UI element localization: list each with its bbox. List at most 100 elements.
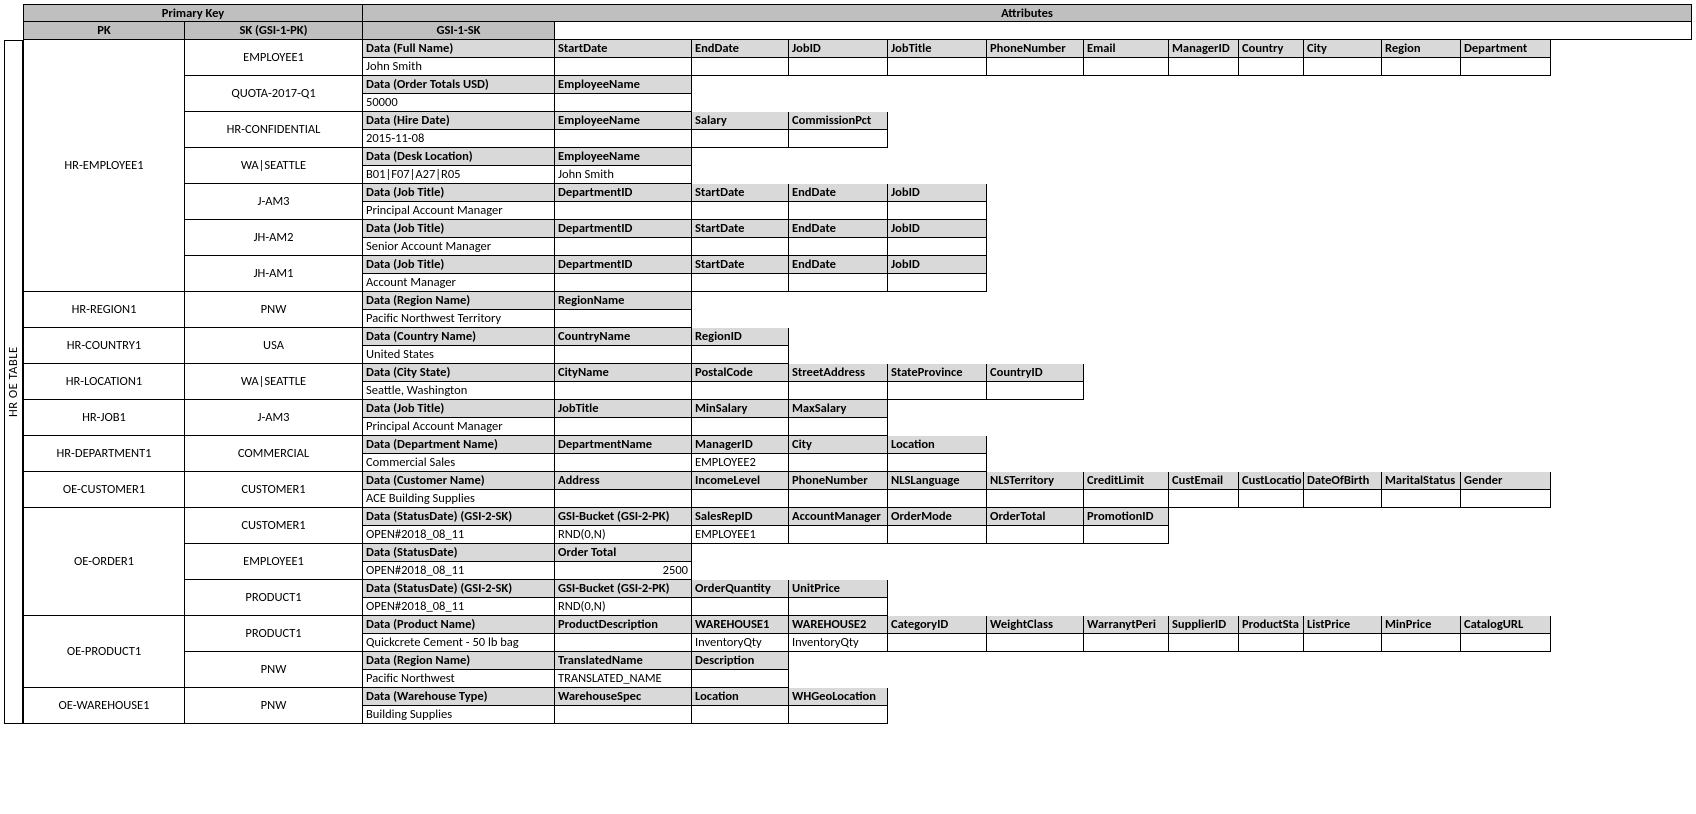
pk-cell: HR-REGION1: [23, 292, 185, 328]
attr-header: StreetAddress: [789, 364, 888, 382]
pk-cell: HR-EMPLOYEE1: [23, 40, 185, 292]
attr-header: TranslatedName: [555, 652, 692, 670]
sk-cell: WA|SEATTLE: [185, 148, 363, 184]
attr-header: StartDate: [692, 220, 789, 238]
sk-cell: JH-AM2: [185, 220, 363, 256]
attr-value: [1084, 634, 1169, 652]
attr-header: CountryName: [555, 328, 692, 346]
attr-value: [1304, 58, 1382, 76]
attr-header: Data (Region Name): [363, 652, 555, 670]
attr-value: InventoryQty: [692, 634, 789, 652]
attr-header: JobTitle: [555, 400, 692, 418]
attr-header: IncomeLevel: [692, 472, 789, 490]
attr-header: ManagerID: [692, 436, 789, 454]
sk-cell: USA: [185, 328, 363, 364]
attr-header: Data (Department Name): [363, 436, 555, 454]
attr-value: EMPLOYEE1: [692, 526, 789, 544]
attr-value: [789, 490, 888, 508]
attr-header: ManagerID: [1169, 40, 1239, 58]
attr-header: CustLocatio: [1239, 472, 1304, 490]
attr-header: WarranytPeri: [1084, 616, 1169, 634]
table-vertical-tab: HR OE TABLE: [4, 40, 23, 724]
attr-header: CategoryID: [888, 616, 987, 634]
pk-cell: OE-ORDER1: [23, 508, 185, 616]
pk-cell: OE-PRODUCT1: [23, 616, 185, 688]
attr-header: SupplierID: [1169, 616, 1239, 634]
attr-header: NLSLanguage: [888, 472, 987, 490]
attr-value: [1461, 634, 1551, 652]
attr-value: Principal Account Manager: [363, 202, 555, 220]
attr-value: [1382, 490, 1461, 508]
attr-value: [789, 202, 888, 220]
attr-header: MinSalary: [692, 400, 789, 418]
attr-header: Data (StatusDate) (GSI-2-SK): [363, 580, 555, 598]
attr-value: [1461, 490, 1551, 508]
attr-header: Location: [692, 688, 789, 706]
pk-cell: HR-LOCATION1: [23, 364, 185, 400]
attr-value: Building Supplies: [363, 706, 555, 724]
attr-value: [1239, 490, 1304, 508]
attr-header: UnitPrice: [789, 580, 888, 598]
attr-value: [789, 418, 888, 436]
sk-cell: J-AM3: [185, 184, 363, 220]
attr-value: 50000: [363, 94, 555, 112]
attr-value: [888, 634, 987, 652]
attr-header: MaritalStatus: [1382, 472, 1461, 490]
attr-header: Region: [1382, 40, 1461, 58]
attr-value: [555, 238, 692, 256]
attr-value: [888, 238, 987, 256]
header-spacer: [555, 22, 1692, 40]
attr-header: JobID: [888, 220, 987, 238]
attr-header: WAREHOUSE1: [692, 616, 789, 634]
schema-diagram: Primary Key Attributes PK SK (GSI-1-PK) …: [23, 4, 1692, 724]
attr-value: [555, 634, 692, 652]
attr-header: EndDate: [692, 40, 789, 58]
attr-header: Data (Customer Name): [363, 472, 555, 490]
header-row-2: PK SK (GSI-1-PK) GSI-1-SK: [23, 22, 1692, 40]
attr-header: ProductSta: [1239, 616, 1304, 634]
header-sk: SK (GSI-1-PK): [185, 22, 363, 40]
attr-header: EmployeeName: [555, 76, 692, 94]
attr-header: AccountManager: [789, 508, 888, 526]
attr-header: OrderTotal: [987, 508, 1084, 526]
attr-header: WHGeoLocation: [789, 688, 888, 706]
attr-header: Salary: [692, 112, 789, 130]
attr-header: PostalCode: [692, 364, 789, 382]
attr-value: [789, 382, 888, 400]
attr-value: Seattle, Washington: [363, 382, 555, 400]
attr-header: WAREHOUSE2: [789, 616, 888, 634]
attr-header: StartDate: [692, 256, 789, 274]
attr-value: EMPLOYEE2: [692, 454, 789, 472]
sk-cell: PRODUCT1: [185, 616, 363, 652]
attr-header: ProductDescription: [555, 616, 692, 634]
attr-header: OrderMode: [888, 508, 987, 526]
attr-value: [555, 490, 692, 508]
pk-cell: OE-WAREHOUSE1: [23, 688, 185, 724]
sk-cell: COMMERCIAL: [185, 436, 363, 472]
attr-value: United States: [363, 346, 555, 364]
attr-value: [1382, 634, 1461, 652]
attr-value: [789, 58, 888, 76]
sk-cell: WA|SEATTLE: [185, 364, 363, 400]
attr-value: B01|F07|A27|R05: [363, 166, 555, 184]
attr-value: ACE Building Supplies: [363, 490, 555, 508]
attr-header: Data (Product Name): [363, 616, 555, 634]
attr-value: 2015-11-08: [363, 130, 555, 148]
attr-value: [692, 58, 789, 76]
sk-cell: EMPLOYEE1: [185, 544, 363, 580]
attr-value: [789, 130, 888, 148]
header-row-1: Primary Key Attributes: [23, 4, 1692, 22]
sk-cell: PNW: [185, 688, 363, 724]
attr-header: Data (Job Title): [363, 256, 555, 274]
attr-header: Data (Job Title): [363, 184, 555, 202]
attr-value: Quickcrete Cement - 50 lb bag: [363, 634, 555, 652]
attr-header: Email: [1084, 40, 1169, 58]
attr-value: OPEN#2018_08_11: [363, 526, 555, 544]
attr-value: [1169, 58, 1239, 76]
attr-header: CustEmail: [1169, 472, 1239, 490]
attr-value: [1084, 526, 1169, 544]
sk-cell: EMPLOYEE1: [185, 40, 363, 76]
attr-header: DepartmentID: [555, 256, 692, 274]
attr-value: [1304, 490, 1382, 508]
attr-header: Department: [1461, 40, 1551, 58]
